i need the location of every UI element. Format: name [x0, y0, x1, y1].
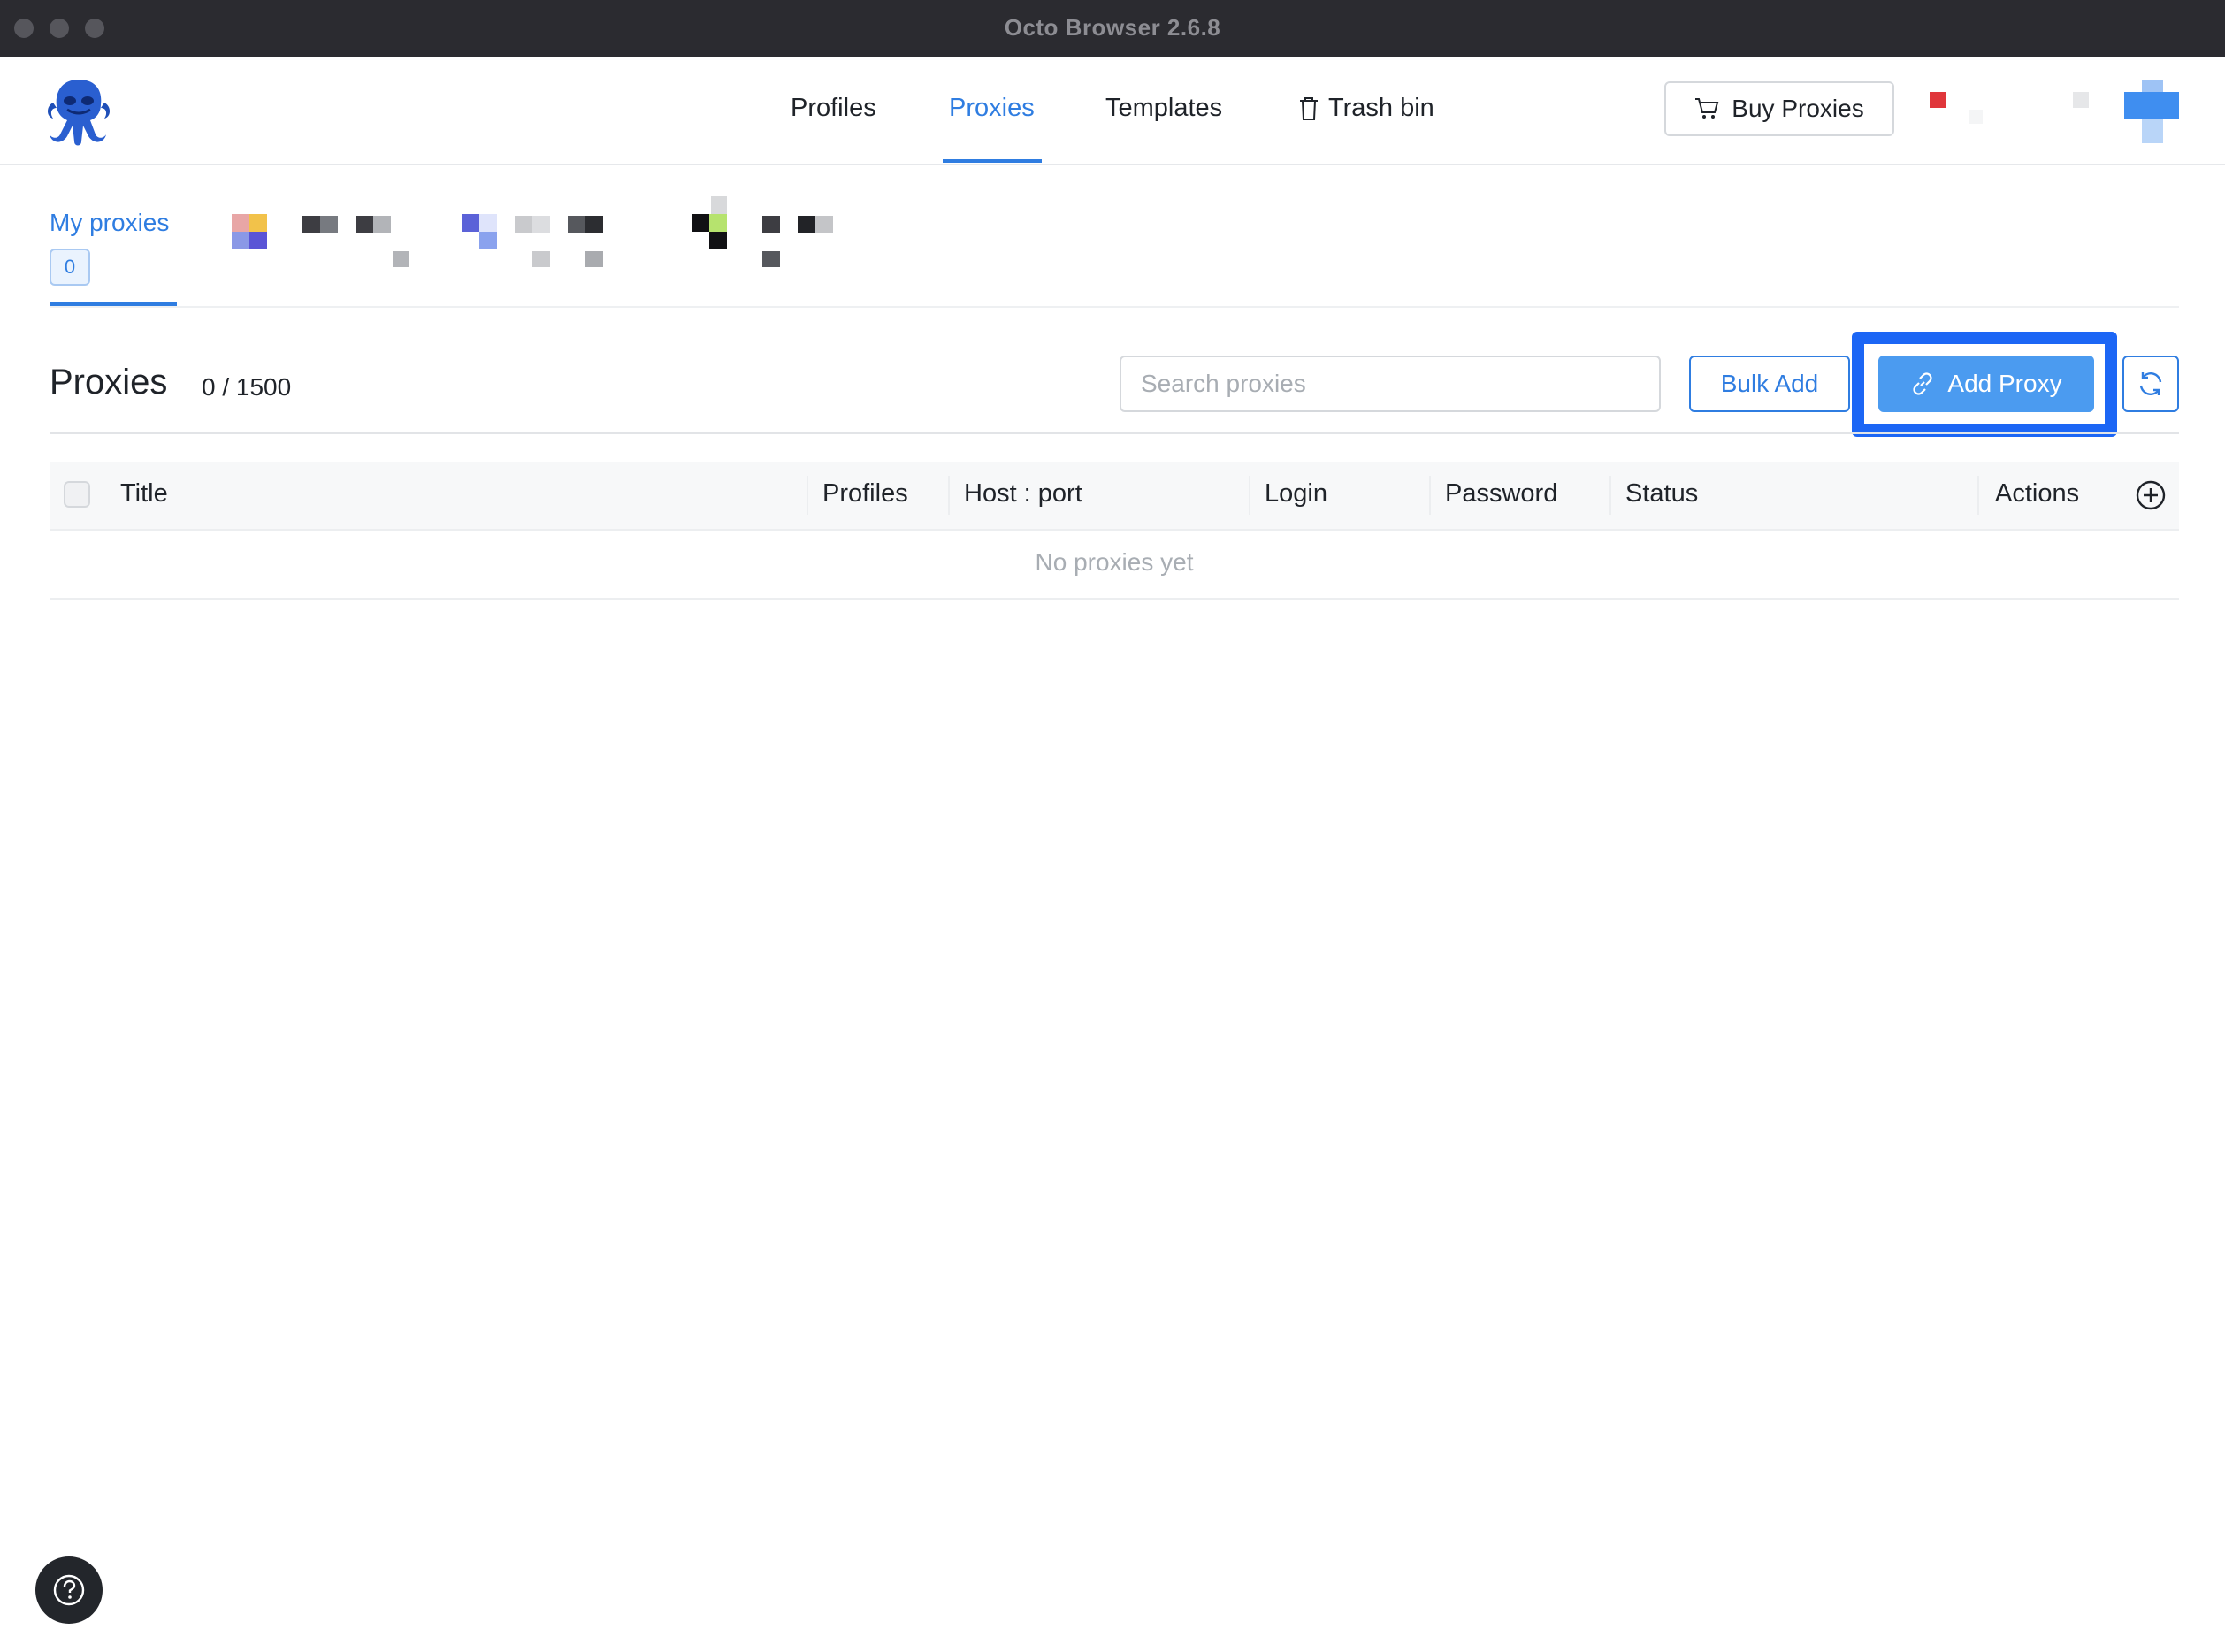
window-title: Octo Browser 2.6.8: [1004, 14, 1221, 41]
cart-icon: [1695, 98, 1719, 119]
select-all-checkbox[interactable]: [64, 481, 90, 508]
page-title: Proxies: [50, 363, 168, 402]
nav-proxies[interactable]: Proxies: [949, 94, 1035, 123]
window-titlebar: Octo Browser 2.6.8: [0, 0, 2225, 57]
column-host-port[interactable]: Host : port: [964, 479, 1082, 509]
buy-proxies-button[interactable]: Buy Proxies: [1664, 81, 1894, 136]
obscured-subtab[interactable]: [692, 196, 886, 294]
octopus-logo-icon[interactable]: [41, 73, 117, 149]
empty-table-row: No proxies yet: [50, 531, 2179, 600]
empty-state-text: No proxies yet: [1035, 548, 1194, 576]
column-divider: [807, 476, 808, 515]
column-divider: [948, 476, 950, 515]
column-divider: [1609, 476, 1611, 515]
refresh-icon: [2139, 372, 2162, 395]
add-proxy-button[interactable]: Add Proxy: [1878, 356, 2094, 412]
obscured-subtab[interactable]: [462, 196, 656, 294]
search-input[interactable]: [1120, 356, 1661, 412]
nav-active-indicator: [943, 159, 1042, 163]
link-icon: [1913, 372, 1933, 395]
column-divider: [1249, 476, 1250, 515]
column-status[interactable]: Status: [1625, 479, 1698, 509]
plus-circle-icon[interactable]: [2135, 479, 2167, 511]
status-indicator: [1930, 92, 1946, 108]
trash-icon: [1300, 96, 1318, 120]
column-actions: Actions: [1995, 479, 2080, 508]
my-proxies-count-badge: 0: [50, 249, 90, 286]
obscured-user-info: [1969, 110, 1983, 124]
toolbar-divider: [50, 432, 2179, 434]
avatar[interactable]: [2124, 80, 2179, 145]
proxy-counter: 0 / 1500: [202, 373, 292, 401]
subtab-my-proxies[interactable]: My proxies: [50, 209, 169, 237]
question-circle-icon: [53, 1574, 85, 1606]
app-header: Profiles Proxies Templates Trash bin Buy…: [0, 57, 2225, 165]
proxies-table-header: Title Profiles Host : port Login Passwor…: [50, 462, 2179, 531]
buy-proxies-label: Buy Proxies: [1732, 95, 1864, 122]
column-title[interactable]: Title: [120, 479, 168, 509]
obscured-user-info: [2073, 92, 2089, 108]
nav-templates[interactable]: Templates: [1105, 94, 1222, 123]
help-button[interactable]: [35, 1556, 103, 1624]
bulk-add-button[interactable]: Bulk Add: [1689, 356, 1850, 412]
column-divider: [1977, 476, 1979, 515]
column-profiles[interactable]: Profiles: [822, 479, 908, 509]
subtabs-divider: [50, 306, 2179, 308]
nav-trash-bin[interactable]: Trash bin: [1298, 94, 1434, 123]
column-password[interactable]: Password: [1445, 479, 1557, 509]
add-proxy-label: Add Proxy: [1947, 370, 2062, 397]
column-login[interactable]: Login: [1265, 479, 1327, 509]
refresh-button[interactable]: [2122, 356, 2179, 412]
nav-profiles[interactable]: Profiles: [791, 94, 876, 123]
column-divider: [1429, 476, 1431, 515]
nav-trash-bin-label: Trash bin: [1328, 94, 1434, 122]
